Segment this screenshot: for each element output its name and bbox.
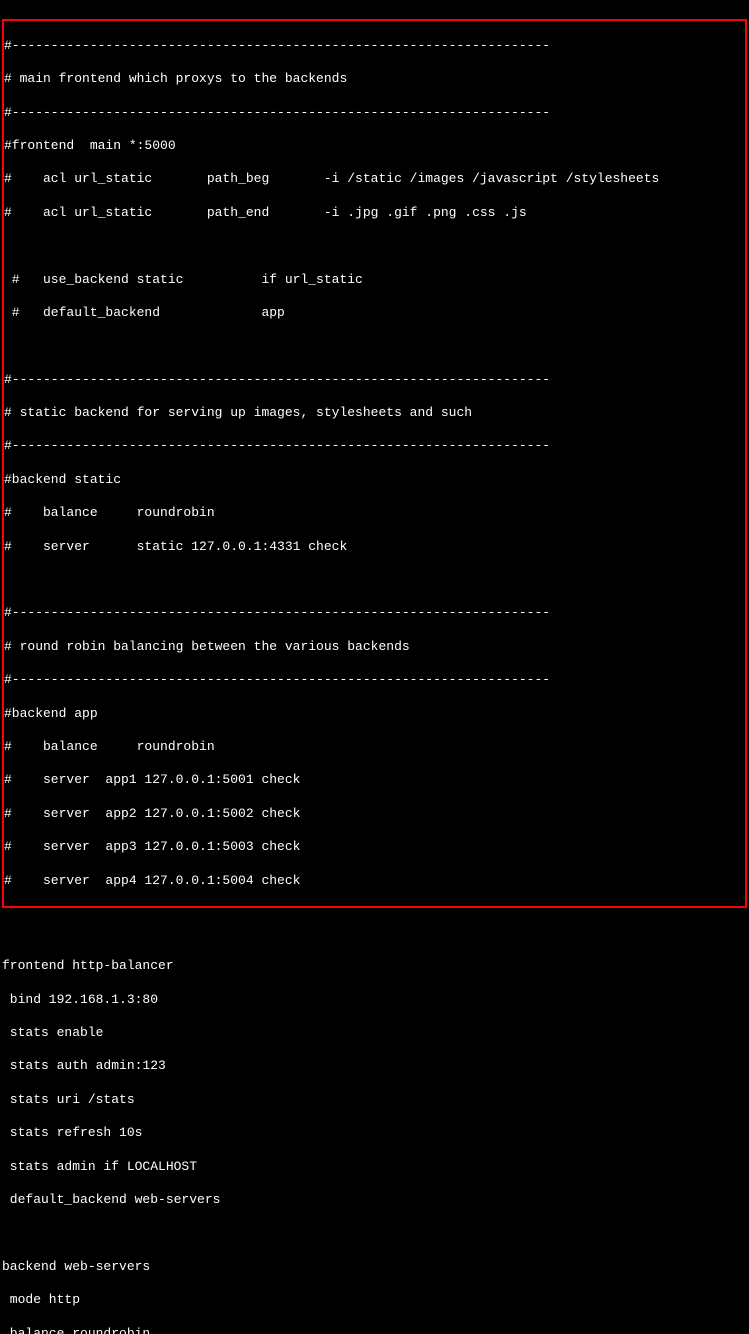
config-line: backend web-servers: [2, 1259, 747, 1276]
config-line: stats auth admin:123: [2, 1058, 747, 1075]
config-line: stats admin if LOCALHOST: [2, 1159, 747, 1176]
config-line: #backend app: [4, 706, 745, 723]
config-line: # server app1 127.0.0.1:5001 check: [4, 772, 745, 789]
config-line: #---------------------------------------…: [4, 605, 745, 622]
config-line: #backend static: [4, 472, 745, 489]
config-line: # acl url_static path_beg -i /static /im…: [4, 171, 745, 188]
config-line: stats uri /stats: [2, 1092, 747, 1109]
config-line: [4, 238, 745, 255]
config-line: # main frontend which proxys to the back…: [4, 71, 745, 88]
config-line: # server app4 127.0.0.1:5004 check: [4, 873, 745, 890]
config-line: mode http: [2, 1292, 747, 1309]
config-line: frontend http-balancer: [2, 958, 747, 975]
config-line: [2, 1225, 747, 1242]
config-line: stats refresh 10s: [2, 1125, 747, 1142]
config-line: # round robin balancing between the vari…: [4, 639, 745, 656]
config-line: # use_backend static if url_static: [4, 272, 745, 289]
config-line: [4, 338, 745, 355]
config-line: # default_backend app: [4, 305, 745, 322]
terminal-output[interactable]: #---------------------------------------…: [2, 2, 747, 1334]
config-line: # server app3 127.0.0.1:5003 check: [4, 839, 745, 856]
config-line: balance roundrobin: [2, 1326, 747, 1334]
config-line: #---------------------------------------…: [4, 372, 745, 389]
config-line: # server static 127.0.0.1:4331 check: [4, 539, 745, 556]
config-line: #---------------------------------------…: [4, 438, 745, 455]
config-line: # static backend for serving up images, …: [4, 405, 745, 422]
config-line: #frontend main *:5000: [4, 138, 745, 155]
config-line: stats enable: [2, 1025, 747, 1042]
config-line: [2, 925, 747, 942]
config-line: # server app2 127.0.0.1:5002 check: [4, 806, 745, 823]
config-line: # balance roundrobin: [4, 739, 745, 756]
config-line: bind 192.168.1.3:80: [2, 992, 747, 1009]
highlighted-config-section: #---------------------------------------…: [2, 19, 747, 908]
config-line: # balance roundrobin: [4, 505, 745, 522]
config-line: # acl url_static path_end -i .jpg .gif .…: [4, 205, 745, 222]
config-line: #---------------------------------------…: [4, 38, 745, 55]
config-line: default_backend web-servers: [2, 1192, 747, 1209]
config-line: #---------------------------------------…: [4, 105, 745, 122]
config-line: #---------------------------------------…: [4, 672, 745, 689]
config-line: [4, 572, 745, 589]
